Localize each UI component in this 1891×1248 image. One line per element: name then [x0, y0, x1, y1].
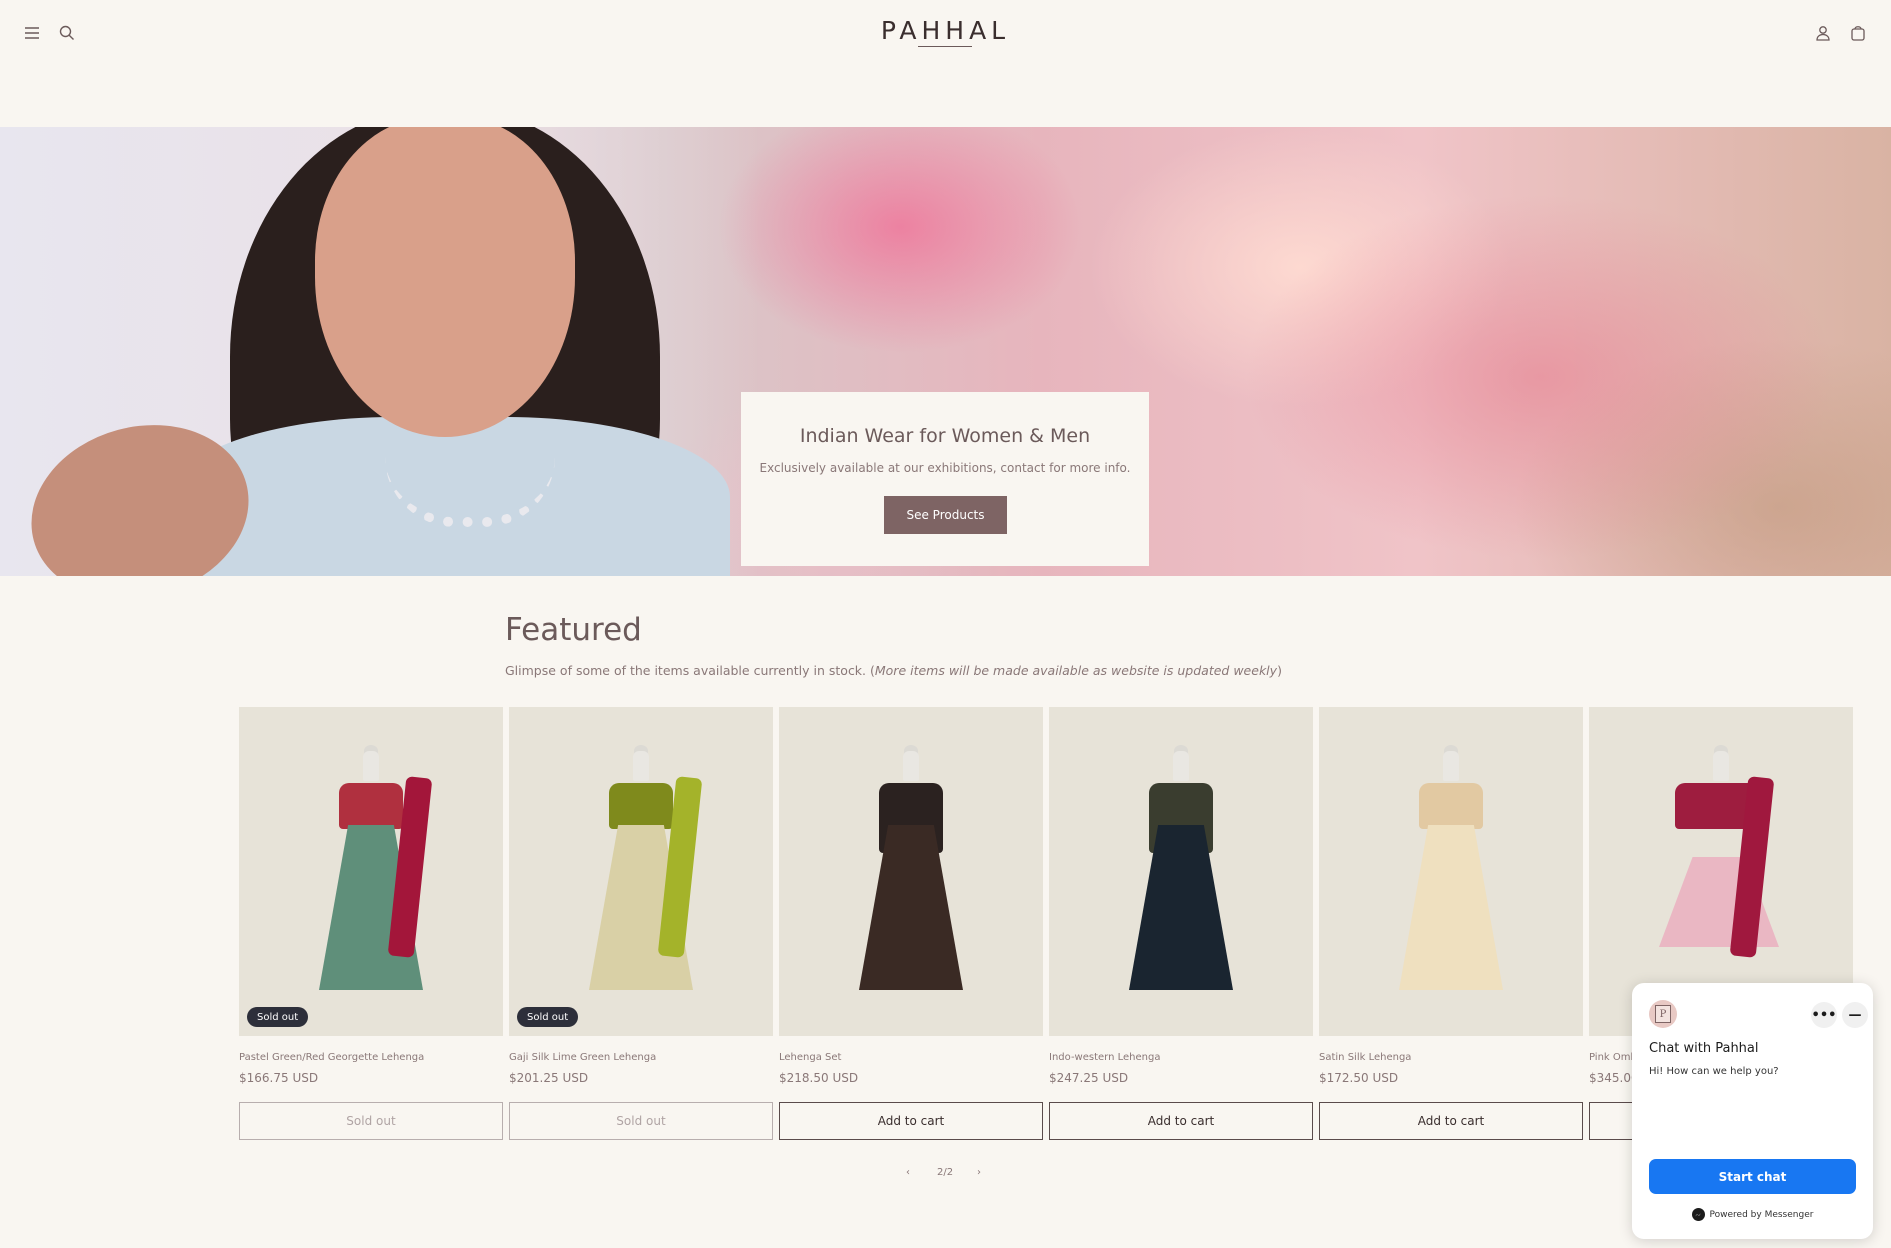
- featured-subtitle: Glimpse of some of the items available c…: [505, 663, 1282, 678]
- hero-card: Indian Wear for Women & Men Exclusively …: [741, 392, 1149, 566]
- chat-avatar: P: [1649, 1000, 1677, 1028]
- pager-label: 2/2: [937, 1167, 954, 1178]
- product-image[interactable]: [779, 707, 1043, 1036]
- garment-top: [1419, 783, 1483, 829]
- product-image[interactable]: [1049, 707, 1313, 1036]
- product-price: $218.50 USD: [779, 1071, 859, 1085]
- product-name[interactable]: Pastel Green/Red Georgette Lehenga: [239, 1052, 503, 1063]
- messenger-chat-widget: P ••• — Chat with Pahhal Hi! How can we …: [1632, 983, 1873, 1239]
- hero-subtitle: Exclusively available at our exhibitions…: [759, 461, 1131, 475]
- more-options-icon[interactable]: •••: [1811, 1002, 1837, 1028]
- product-price: $201.25 USD: [509, 1071, 589, 1085]
- product-price: $166.75 USD: [239, 1071, 319, 1085]
- start-chat-button[interactable]: Start chat: [1649, 1159, 1856, 1194]
- product-image[interactable]: Sold out: [509, 707, 773, 1036]
- carousel-pager: ‹ 2/2 ›: [0, 1167, 1891, 1187]
- product-name[interactable]: Gaji Silk Lime Green Lehenga: [509, 1052, 773, 1063]
- featured-title: Featured: [505, 612, 642, 648]
- account-icon[interactable]: [1812, 22, 1834, 44]
- hero-banner: Indian Wear for Women & Men Exclusively …: [0, 127, 1891, 576]
- minimize-icon[interactable]: —: [1842, 1002, 1868, 1028]
- product-price: $172.50 USD: [1319, 1071, 1399, 1085]
- product-price: $247.25 USD: [1049, 1071, 1129, 1085]
- sold-out-button: Sold out: [509, 1102, 773, 1140]
- product-name[interactable]: Lehenga Set: [779, 1052, 1043, 1063]
- cart-icon[interactable]: [1847, 22, 1869, 44]
- avatar-letter: P: [1655, 1005, 1671, 1023]
- hero-image: [0, 127, 760, 576]
- product-name[interactable]: Indo-western Lehenga: [1049, 1052, 1313, 1063]
- messenger-icon: [1691, 1208, 1705, 1221]
- see-products-button[interactable]: See Products: [884, 496, 1007, 534]
- hero-title: Indian Wear for Women & Men: [799, 425, 1091, 447]
- sold-out-badge: Sold out: [247, 1007, 309, 1027]
- logo-underline: [918, 46, 972, 47]
- garment-skirt: [1129, 825, 1233, 990]
- sold-out-button: Sold out: [239, 1102, 503, 1140]
- powered-by-messenger: Powered by Messenger: [1632, 1208, 1873, 1221]
- chevron-right-icon[interactable]: ›: [977, 1167, 981, 1178]
- chat-message: Hi! How can we help you?: [1649, 1066, 1779, 1077]
- product-image[interactable]: Sold out: [239, 707, 503, 1036]
- chevron-left-icon[interactable]: ‹: [906, 1167, 910, 1178]
- add-to-cart-button[interactable]: Add to cart: [1319, 1102, 1583, 1140]
- site-header: PAHHAL: [0, 0, 1891, 127]
- chat-title: Chat with Pahhal: [1649, 1041, 1759, 1056]
- garment-skirt: [859, 825, 963, 990]
- add-to-cart-button[interactable]: Add to cart: [1049, 1102, 1313, 1140]
- site-logo[interactable]: PAHHAL: [0, 16, 1891, 45]
- sold-out-badge: Sold out: [517, 1007, 579, 1027]
- garment-top: [339, 783, 403, 829]
- garment-top: [609, 783, 673, 829]
- product-image[interactable]: [1319, 707, 1583, 1036]
- add-to-cart-button[interactable]: Add to cart: [779, 1102, 1043, 1140]
- product-name[interactable]: Satin Silk Lehenga: [1319, 1052, 1583, 1063]
- garment-skirt: [1399, 825, 1503, 990]
